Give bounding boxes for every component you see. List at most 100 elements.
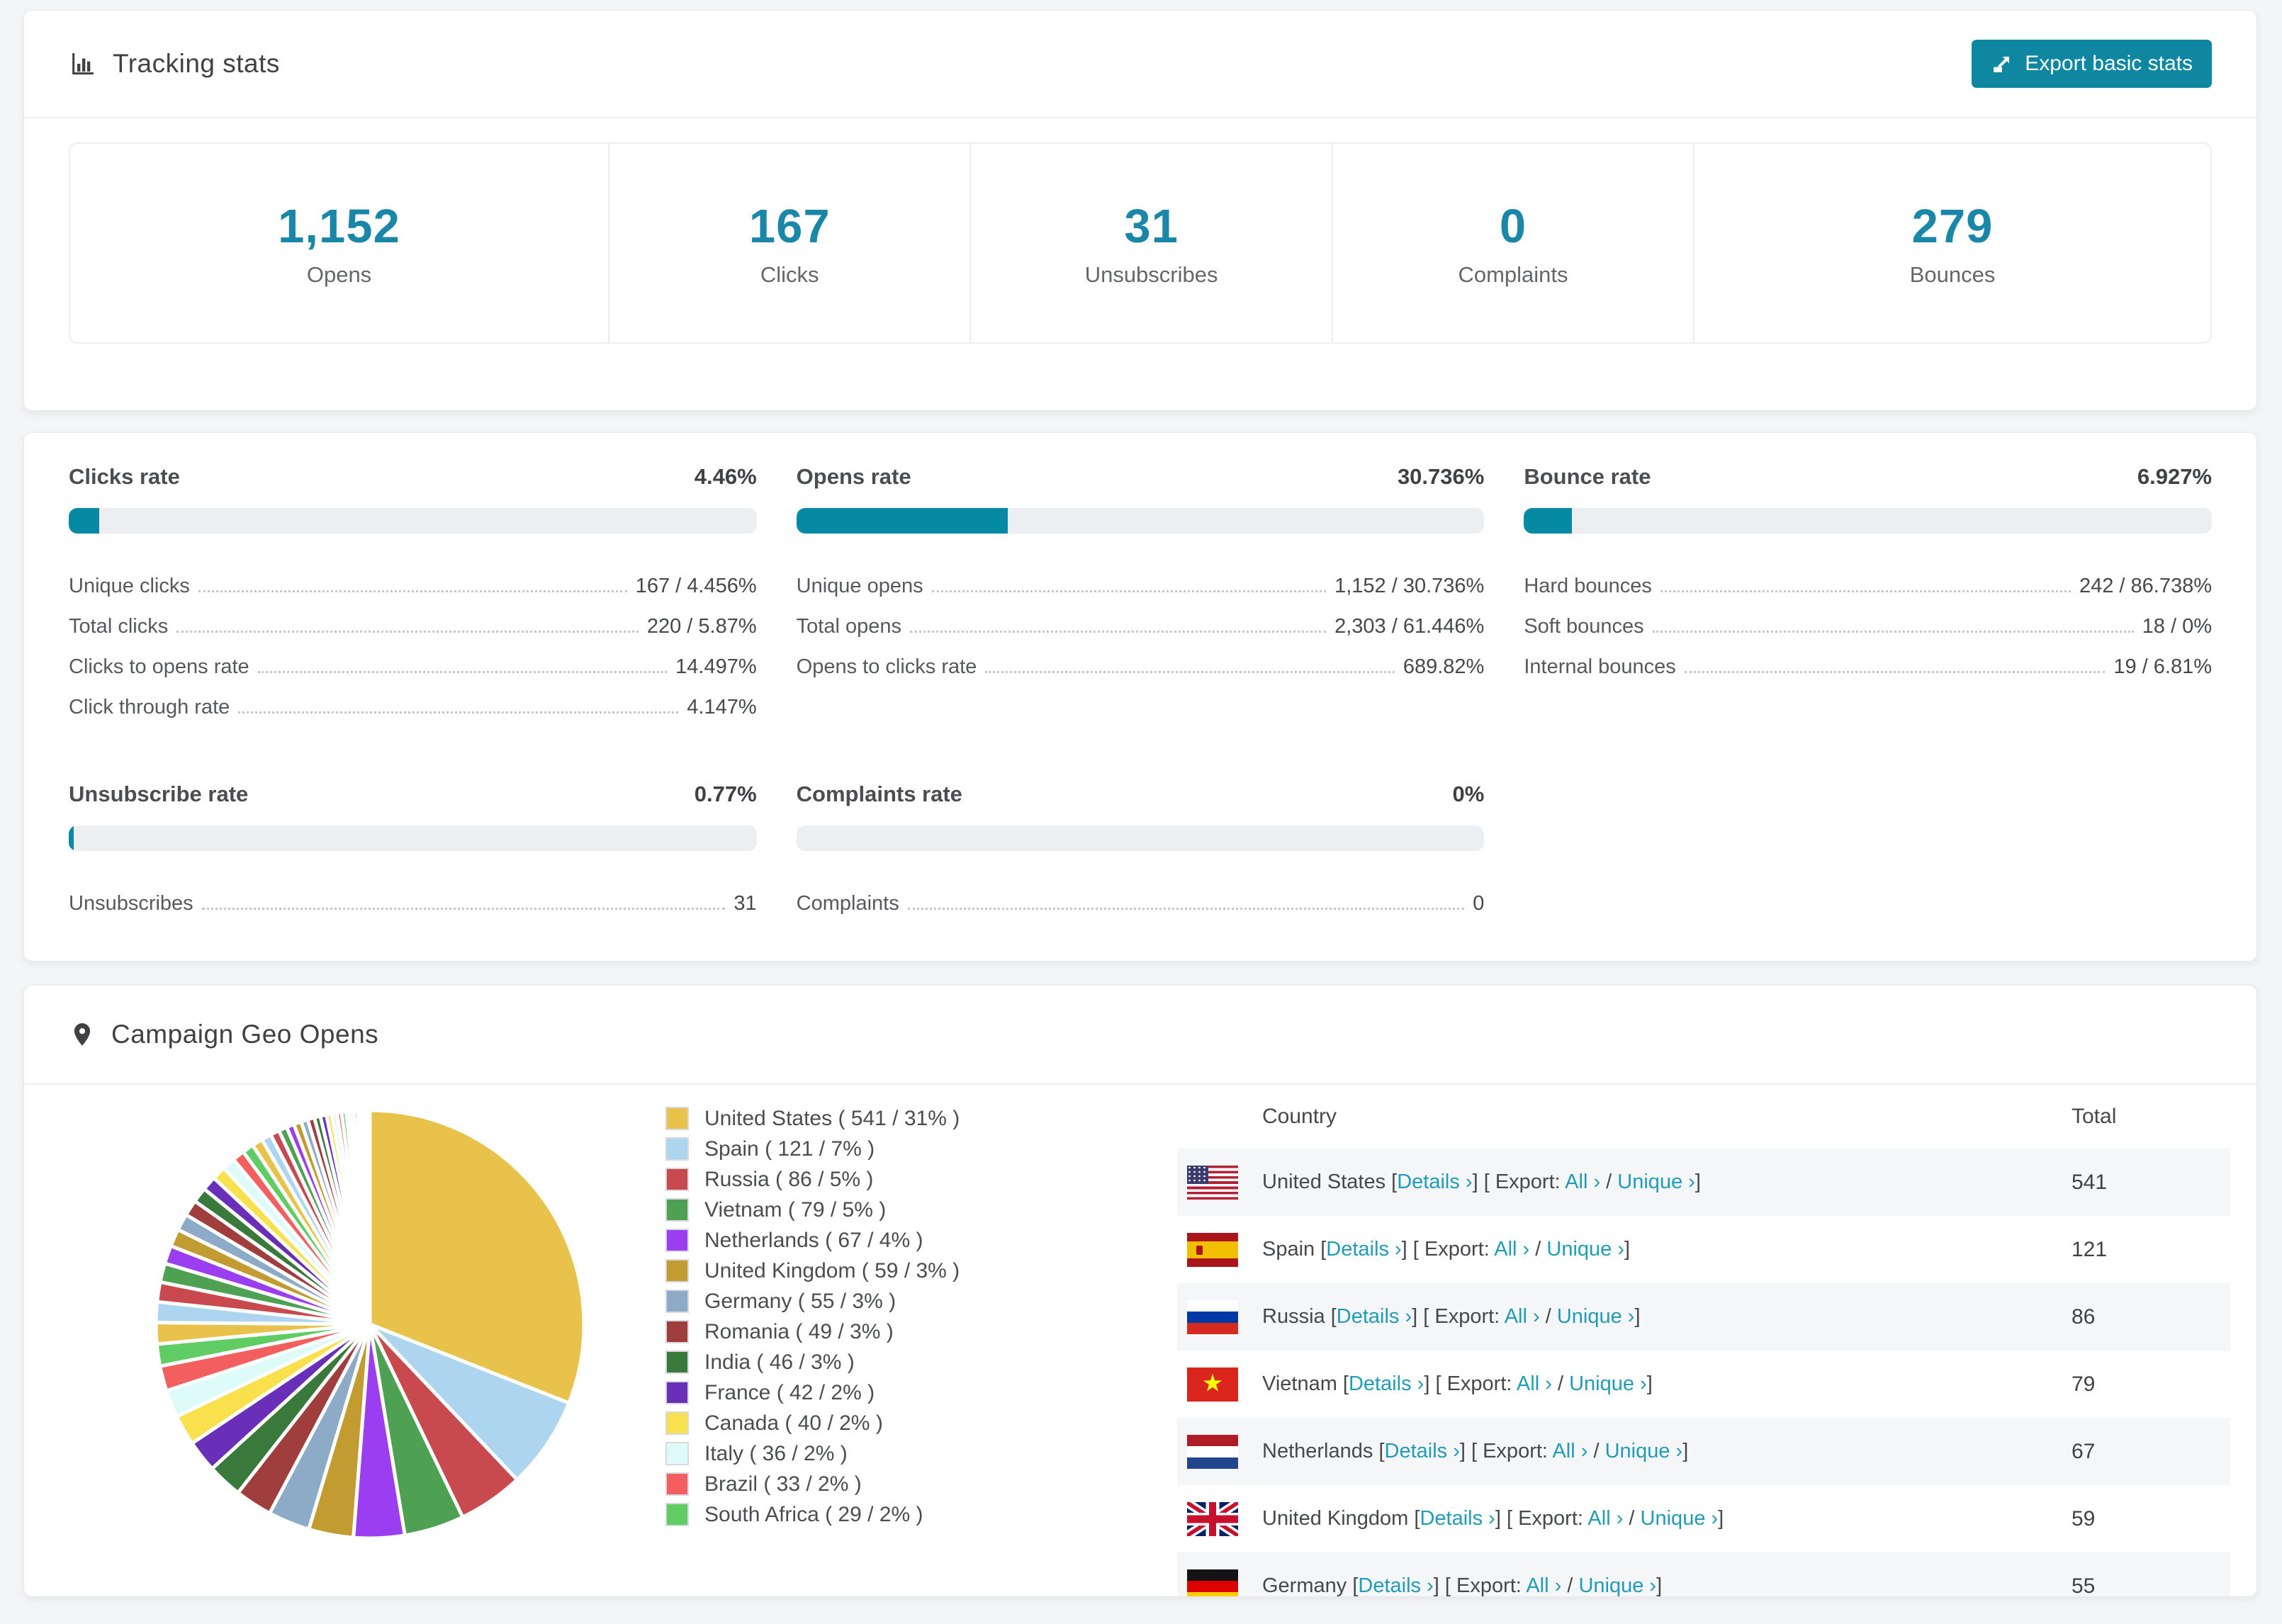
legend-item[interactable]: South Africa ( 29 / 2% )	[665, 1499, 960, 1530]
legend-swatch-icon	[665, 1411, 689, 1435]
legend-item[interactable]: France ( 42 / 2% )	[665, 1377, 960, 1408]
page-title: Tracking stats	[113, 49, 280, 78]
country-total: 79	[2072, 1372, 2096, 1396]
country-total: 541	[2072, 1170, 2108, 1194]
legend-label: United Kingdom ( 59 / 3% )	[704, 1258, 960, 1282]
details-link[interactable]: Details ›	[1358, 1574, 1433, 1596]
stat-label: Click through rate	[69, 696, 230, 718]
country-flag-icon	[1187, 1232, 1238, 1267]
country-cell: Netherlands [Details ›] [ Export: All › …	[1262, 1440, 1689, 1462]
dotted-leader	[238, 711, 679, 714]
legend-item[interactable]: Russia ( 86 / 5% )	[665, 1164, 960, 1195]
opens-rate-title: Opens rate	[796, 464, 911, 489]
details-link[interactable]: Details ›	[1326, 1238, 1401, 1261]
legend-label: Spain ( 121 / 7% )	[704, 1137, 875, 1161]
details-link[interactable]: Details ›	[1337, 1305, 1412, 1328]
clicks-rate-fill	[69, 508, 100, 534]
legend-item[interactable]: United Kingdom ( 59 / 3% )	[665, 1256, 960, 1286]
country-flag-icon	[1187, 1569, 1238, 1596]
details-link[interactable]: Details ›	[1420, 1507, 1495, 1530]
stat-value: 31	[734, 892, 757, 915]
unsubscribe-rate-title: Unsubscribe rate	[69, 782, 249, 806]
stat-value: 689.82%	[1403, 655, 1485, 678]
country-flag-icon	[1187, 1501, 1238, 1536]
dotted-leader	[1660, 590, 2071, 592]
export-all-link[interactable]: All ›	[1587, 1507, 1623, 1530]
tile-clicks: 167 Clicks	[609, 144, 972, 342]
geo-opens-pie-chart[interactable]	[143, 1098, 597, 1551]
stat-label: Opens to clicks rate	[796, 655, 977, 678]
legend-swatch-icon	[665, 1320, 689, 1343]
legend-label: Germany ( 55 / 3% )	[704, 1289, 896, 1313]
country-name: Spain	[1262, 1238, 1321, 1261]
geo-section-title: Campaign Geo Opens	[111, 1020, 379, 1049]
pie-slice[interactable]	[367, 1108, 372, 1326]
stat-value: 2,303 / 61.446%	[1334, 615, 1485, 638]
stat-value: 19 / 6.81%	[2113, 655, 2212, 678]
export-unique-link[interactable]: Unique ›	[1578, 1574, 1656, 1596]
unsubscribe-rate-bar	[69, 825, 757, 851]
legend-item[interactable]: India ( 46 / 3% )	[665, 1347, 960, 1377]
opens-count: 1,152	[278, 199, 400, 253]
tile-complaints: 0 Complaints	[1333, 144, 1695, 342]
dotted-leader	[257, 671, 668, 673]
country-cell: United States [Details ›] [ Export: All …	[1262, 1171, 1701, 1193]
legend-label: Russia ( 86 / 5% )	[704, 1167, 874, 1191]
export-all-link[interactable]: All ›	[1517, 1372, 1552, 1395]
export-basic-stats-button[interactable]: Export basic stats	[1972, 40, 2212, 88]
legend-label: Netherlands ( 67 / 4% )	[704, 1228, 923, 1252]
legend-item[interactable]: Romania ( 49 / 3% )	[665, 1316, 960, 1347]
country-name: Russia	[1262, 1305, 1331, 1328]
stat-label: Unique opens	[796, 575, 923, 597]
geo-opens-table: Country Total United States [Details ›] …	[1177, 1085, 2230, 1596]
details-link[interactable]: Details ›	[1397, 1171, 1472, 1193]
country-total: 59	[2072, 1506, 2096, 1530]
bounces-count: 279	[1911, 199, 1994, 253]
export-all-link[interactable]: All ›	[1552, 1440, 1587, 1462]
export-all-link[interactable]: All ›	[1565, 1171, 1600, 1193]
country-cell: Vietnam [Details ›] [ Export: All › / Un…	[1262, 1372, 1653, 1395]
dotted-leader	[985, 671, 1395, 673]
export-unique-link[interactable]: Unique ›	[1569, 1372, 1647, 1395]
legend-item[interactable]: Italy ( 36 / 2% )	[665, 1438, 960, 1469]
country-flag-icon	[1187, 1434, 1238, 1469]
country-cell: Spain [Details ›] [ Export: All › / Uniq…	[1262, 1238, 1631, 1261]
complaints-label: Complaints	[1458, 261, 1568, 287]
legend-swatch-icon	[665, 1198, 689, 1222]
details-link[interactable]: Details ›	[1385, 1440, 1460, 1462]
bounce-rate-fill	[1524, 508, 1572, 534]
stat-row: Clicks to opens rate 14.497%	[69, 638, 757, 679]
export-unique-link[interactable]: Unique ›	[1546, 1238, 1624, 1261]
export-all-link[interactable]: All ›	[1505, 1305, 1540, 1328]
tile-opens: 1,152 Opens	[70, 144, 610, 342]
opens-rate-section: Opens rate 30.736% Unique opens 1,152 / 3…	[796, 464, 1485, 719]
legend-item[interactable]: Vietnam ( 79 / 5% )	[665, 1195, 960, 1225]
dotted-leader	[1684, 671, 2106, 673]
legend-item[interactable]: Spain ( 121 / 7% )	[665, 1134, 960, 1164]
export-unique-link[interactable]: Unique ›	[1617, 1171, 1695, 1193]
stat-value: 220 / 5.87%	[646, 615, 757, 638]
legend-swatch-icon	[665, 1381, 689, 1404]
export-unique-link[interactable]: Unique ›	[1641, 1507, 1719, 1530]
legend-item[interactable]: United States ( 541 / 31% )	[665, 1103, 960, 1134]
country-total: 67	[2072, 1439, 2096, 1463]
export-unique-link[interactable]: Unique ›	[1557, 1305, 1635, 1328]
stat-row: Total clicks 220 / 5.87%	[69, 598, 757, 638]
legend-swatch-icon	[665, 1472, 689, 1496]
country-column-header: Country	[1262, 1105, 1337, 1128]
stat-label: Total opens	[796, 615, 901, 638]
details-link[interactable]: Details ›	[1349, 1372, 1424, 1395]
legend-item[interactable]: Netherlands ( 67 / 4% )	[665, 1225, 960, 1256]
complaints-rate-bar	[796, 825, 1485, 851]
clicks-rate-bar	[69, 508, 757, 534]
legend-item[interactable]: Brazil ( 33 / 2% )	[665, 1469, 960, 1499]
legend-label: South Africa ( 29 / 2% )	[704, 1502, 923, 1526]
export-all-link[interactable]: All ›	[1526, 1574, 1561, 1596]
stat-label: Clicks to opens rate	[69, 655, 249, 678]
legend-item[interactable]: Canada ( 40 / 2% )	[665, 1408, 960, 1438]
tile-bounces: 279 Bounces	[1694, 144, 2210, 342]
export-unique-link[interactable]: Unique ›	[1605, 1440, 1683, 1462]
legend-item[interactable]: Germany ( 55 / 3% )	[665, 1286, 960, 1316]
export-all-link[interactable]: All ›	[1494, 1238, 1529, 1261]
legend-swatch-icon	[665, 1290, 689, 1313]
